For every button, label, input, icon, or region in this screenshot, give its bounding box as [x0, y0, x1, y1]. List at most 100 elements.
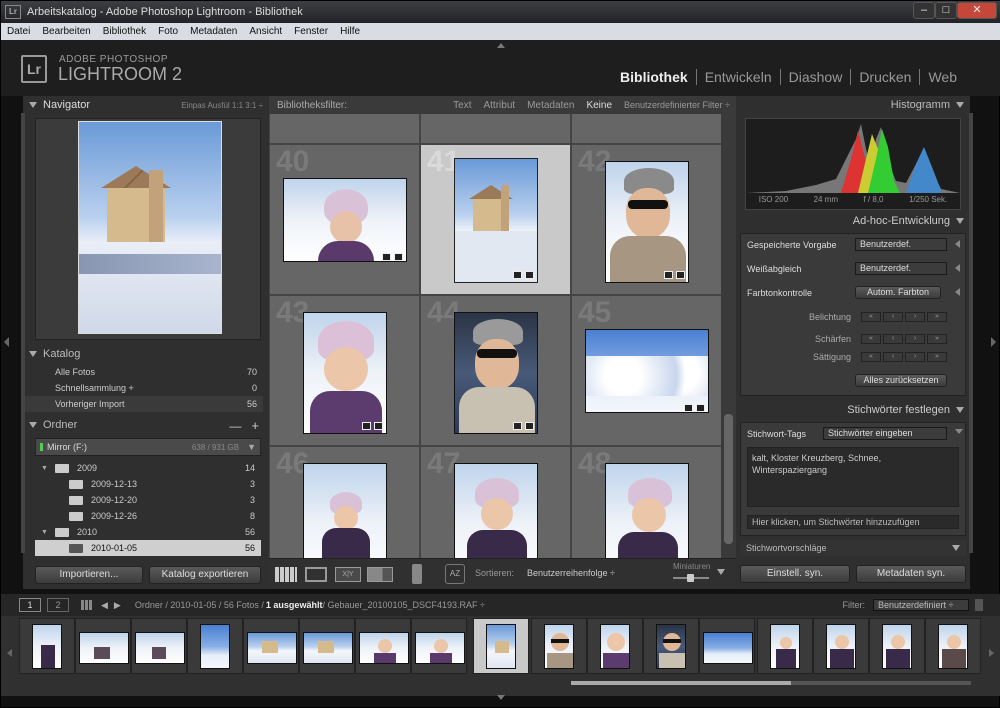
filmstrip-cell-selected[interactable]	[473, 618, 529, 674]
katalog-header[interactable]: Katalog	[23, 345, 269, 363]
grid-cell[interactable]: 46	[269, 446, 420, 558]
filmstrip-cell[interactable]	[925, 618, 981, 674]
filmstrip-cell[interactable]	[131, 618, 187, 674]
auto-tone-button[interactable]: Autom. Farbton	[855, 286, 941, 299]
collapse-left-icon[interactable]	[4, 337, 9, 347]
filmstrip-thumbnail[interactable]	[544, 624, 574, 669]
filmstrip-thumbnail[interactable]	[32, 624, 62, 669]
grid-cell[interactable]: 47	[420, 446, 571, 558]
filmstrip-thumbnail[interactable]	[600, 624, 630, 669]
step-down[interactable]: ‹	[883, 334, 903, 344]
filmstrip-thumbnail[interactable]	[938, 624, 968, 669]
remove-folder-icon[interactable]: —	[229, 419, 241, 433]
preset-dropdown[interactable]: Benutzerdef.	[855, 238, 947, 251]
filmstrip-cell[interactable]	[355, 618, 411, 674]
drive-row[interactable]: Mirror (F:) 638 / 931 GB ▼	[35, 438, 261, 456]
step-up-large[interactable]: »	[927, 334, 947, 344]
step-down-large[interactable]: «	[861, 352, 881, 362]
right-scrollbar[interactable]	[969, 113, 973, 553]
filmstrip-filter-dropdown[interactable]: Benutzerdefiniert ÷	[873, 599, 969, 611]
folder-item[interactable]: 2009-12-26 8	[35, 508, 261, 524]
sync-metadata-button[interactable]: Metadaten syn.	[856, 565, 966, 583]
grid-cell[interactable]: 45	[571, 295, 721, 446]
filter-text[interactable]: Text	[447, 100, 477, 111]
step-down[interactable]: ‹	[883, 352, 903, 362]
grid-cell[interactable]	[269, 114, 420, 144]
step-up[interactable]: ›	[905, 334, 925, 344]
filmstrip-thumbnail[interactable]	[359, 632, 409, 664]
wb-dropdown[interactable]: Benutzerdef.	[855, 262, 947, 275]
module-web[interactable]: Web	[919, 69, 965, 85]
grid-cell[interactable]	[571, 114, 721, 144]
photo-thumbnail[interactable]	[454, 463, 538, 558]
folder-item-selected[interactable]: 2010-01-05 56	[35, 540, 261, 556]
filmstrip-cell[interactable]	[299, 618, 355, 674]
quickdev-header[interactable]: Ad-hoc-Entwicklung	[736, 212, 970, 230]
menu-item-hilfe[interactable]: Hilfe	[334, 26, 366, 37]
filter-attribute[interactable]: Attribut	[477, 100, 521, 111]
filter-custom-dropdown[interactable]: Benutzerdefinierter Filter ÷	[618, 100, 736, 110]
filmstrip-cell[interactable]	[813, 618, 869, 674]
minimize-button[interactable]: –	[913, 2, 935, 19]
filmstrip-thumbnail[interactable]	[770, 624, 800, 669]
add-folder-icon[interactable]: +	[251, 418, 259, 433]
thumbnail-size-slider-thumb[interactable]	[687, 574, 694, 582]
filmstrip-cell[interactable]	[75, 618, 131, 674]
step-down[interactable]: ‹	[883, 312, 903, 322]
keywording-header[interactable]: Stichwörter festlegen	[736, 401, 970, 419]
filmstrip-cell[interactable]	[587, 618, 643, 674]
histogram[interactable]: ISO 200 24 mm f / 8,0 1/250 Sek.	[745, 118, 961, 210]
photo-thumbnail[interactable]	[585, 329, 709, 413]
module-entwickeln[interactable]: Entwickeln	[695, 69, 780, 85]
sort-direction-icon[interactable]: AZ	[445, 564, 465, 584]
expand-arrow-icon[interactable]	[955, 288, 960, 296]
loupe-view-icon[interactable]	[305, 567, 327, 582]
filmstrip-thumbnail[interactable]	[135, 632, 185, 664]
filmstrip-thumbnail[interactable]	[415, 632, 465, 664]
navigator-preview[interactable]	[35, 118, 261, 340]
grid-cell[interactable]	[420, 114, 571, 144]
grid-cell[interactable]: 44	[420, 295, 571, 446]
expand-arrow-icon[interactable]	[955, 240, 960, 248]
navigator-header[interactable]: Navigator Einpas Ausfül 1:1 3:1 ÷	[23, 96, 269, 114]
filmstrip-thumbnail[interactable]	[703, 632, 753, 664]
katalog-item[interactable]: Schnellsammlung + 0	[23, 380, 263, 396]
sort-dropdown[interactable]: Benutzerreihenfolge ÷	[527, 568, 615, 578]
filmstrip-cell[interactable]	[243, 618, 299, 674]
import-button[interactable]: Importieren...	[35, 566, 143, 584]
grid-cell[interactable]: 40	[269, 144, 420, 295]
menu-item-bearbeiten[interactable]: Bearbeiten	[36, 26, 96, 37]
histogram-header[interactable]: Histogramm	[736, 96, 970, 114]
module-diashow[interactable]: Diashow	[779, 69, 851, 85]
menu-item-ansicht[interactable]: Ansicht	[243, 26, 288, 37]
menu-item-foto[interactable]: Foto	[152, 26, 184, 37]
filmstrip-cell[interactable]	[187, 618, 243, 674]
grid-cell[interactable]: 43	[269, 295, 420, 446]
step-up[interactable]: ›	[905, 312, 925, 322]
compare-view-icon[interactable]: X|Y	[335, 567, 361, 582]
katalog-item[interactable]: Vorheriger Import 56	[23, 396, 263, 412]
filter-metadata[interactable]: Metadaten	[521, 100, 580, 111]
photo-thumbnail[interactable]	[605, 161, 689, 283]
collapse-top-icon[interactable]	[497, 43, 505, 48]
forward-arrow-icon[interactable]: ▶	[114, 600, 121, 611]
expand-arrow-icon[interactable]	[955, 264, 960, 272]
step-down-large[interactable]: «	[861, 312, 881, 322]
expand-icon[interactable]: ▼	[41, 465, 55, 472]
filmstrip-thumbnail[interactable]	[79, 632, 129, 664]
module-bibliothek[interactable]: Bibliothek	[612, 69, 696, 85]
module-drucken[interactable]: Drucken	[850, 69, 919, 85]
keyword-input[interactable]: Hier klicken, um Stichwörter hinzuzufüge…	[747, 515, 959, 529]
collapse-right-icon[interactable]	[991, 337, 996, 347]
collapse-bottom-icon[interactable]	[497, 695, 505, 700]
grid-cell[interactable]: 48	[571, 446, 721, 558]
grid-scrollbar-thumb[interactable]	[724, 414, 733, 544]
menu-item-metadaten[interactable]: Metadaten	[184, 26, 243, 37]
filmstrip-cell[interactable]	[411, 618, 467, 674]
grid-mode-icon[interactable]	[81, 600, 93, 610]
filmstrip-cell[interactable]	[19, 618, 75, 674]
drive-menu-icon[interactable]: ▼	[247, 442, 256, 452]
reset-all-button[interactable]: Alles zurücksetzen	[855, 374, 947, 387]
keyword-suggestions-header[interactable]: Stichwortvorschläge	[740, 540, 966, 556]
filmstrip-cell[interactable]	[643, 618, 699, 674]
